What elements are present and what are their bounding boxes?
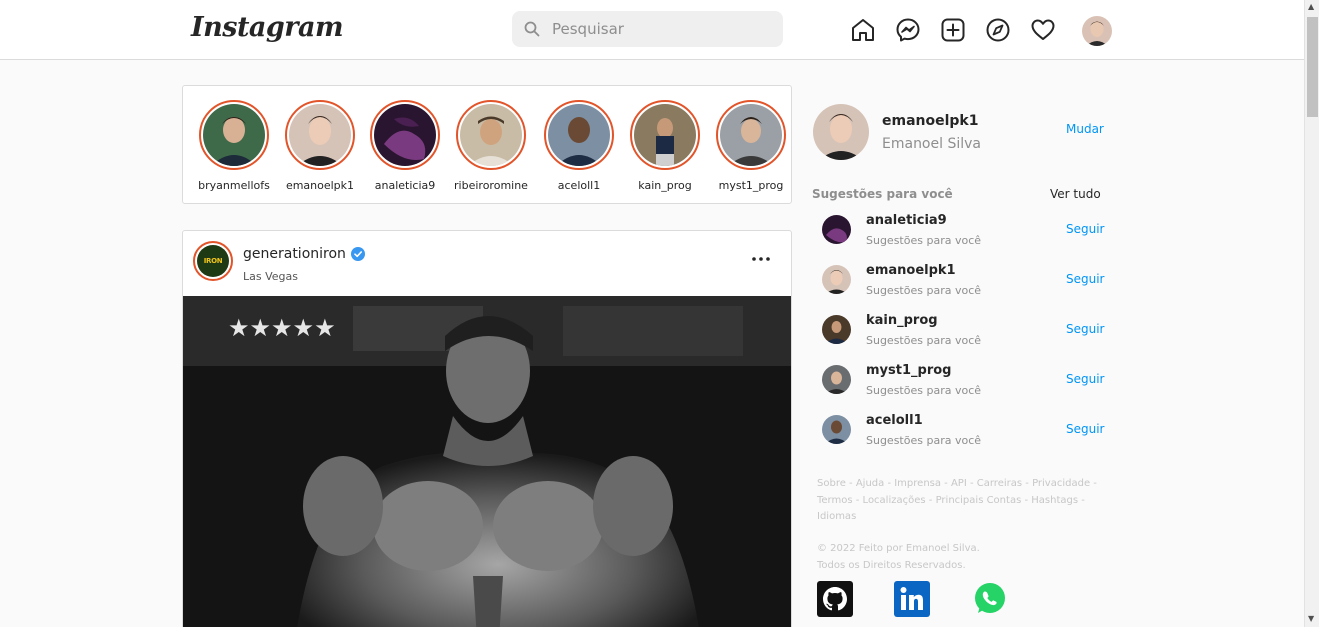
story-item[interactable]: aceloll1 xyxy=(537,100,621,192)
suggestion-item: analeticia9 Sugestões para você Seguir xyxy=(822,213,1105,253)
feed-post: IRON generationiron Las Vegas ★★★★★ xyxy=(182,230,792,627)
post-image[interactable]: ★★★★★ xyxy=(183,296,791,627)
suggestions-title: Sugestões para você xyxy=(812,187,953,201)
more-options-icon[interactable] xyxy=(751,255,771,263)
profile-avatar[interactable] xyxy=(1082,16,1112,46)
post-author-username[interactable]: generationiron xyxy=(243,246,346,262)
suggestion-username[interactable]: kain_prog xyxy=(866,313,938,328)
whatsapp-icon[interactable] xyxy=(972,581,1008,617)
story-item[interactable]: ribeiroromine xyxy=(449,100,533,192)
messenger-icon[interactable] xyxy=(895,17,921,43)
explore-icon[interactable] xyxy=(985,17,1011,43)
search-input[interactable] xyxy=(552,11,772,47)
footer-link[interactable]: Principais Contas xyxy=(936,495,1022,506)
follow-button[interactable]: Seguir xyxy=(1066,372,1105,386)
suggestion-avatar[interactable] xyxy=(822,265,851,294)
story-avatar xyxy=(460,104,522,166)
copyright-line: Todos os Direitos Reservados. xyxy=(817,559,966,571)
avatar-image xyxy=(813,104,869,160)
suggestion-item: aceloll1 Sugestões para você Seguir xyxy=(822,413,1105,453)
story-avatar xyxy=(548,104,610,166)
scroll-thumb[interactable] xyxy=(1307,17,1318,117)
follow-button[interactable]: Seguir xyxy=(1066,272,1105,286)
suggestion-username[interactable]: analeticia9 xyxy=(866,213,947,228)
story-avatar xyxy=(634,104,696,166)
story-username: emanoelpk1 xyxy=(285,179,355,192)
story-avatar xyxy=(203,104,265,166)
github-icon[interactable] xyxy=(817,581,853,617)
footer-link[interactable]: Hashtags xyxy=(1031,495,1078,506)
story-avatar xyxy=(289,104,351,166)
post-author-avatar[interactable]: IRON xyxy=(193,241,233,281)
footer-link[interactable]: Localizações xyxy=(863,495,926,506)
story-item[interactable]: myst1_prog xyxy=(709,100,791,192)
story-username: ribeiroromine xyxy=(454,179,528,192)
story-username: aceloll1 xyxy=(557,179,601,192)
footer-link[interactable]: Ajuda xyxy=(856,478,884,489)
suggestion-avatar[interactable] xyxy=(822,215,851,244)
footer-link[interactable]: API xyxy=(951,478,967,489)
copyright: © 2022 Feito por Emanoel Silva. Todos os… xyxy=(817,541,1107,574)
footer-link[interactable]: Carreiras xyxy=(977,478,1022,489)
footer-link[interactable]: Privacidade xyxy=(1032,478,1090,489)
search-icon xyxy=(524,21,540,37)
stories-tray: bryanmellofs emanoelpk1 analeticia9 ribe… xyxy=(182,85,792,204)
page-scrollbar[interactable]: ▲ ▼ xyxy=(1304,0,1319,627)
story-username: myst1_prog xyxy=(718,179,784,192)
post-author-avatar-text: IRON xyxy=(197,245,229,277)
current-user-fullname: Emanoel Silva xyxy=(882,136,981,152)
avatar-image xyxy=(1082,16,1112,46)
suggestion-subtitle: Sugestões para você xyxy=(866,384,982,397)
current-user-avatar[interactable] xyxy=(813,104,869,160)
current-user-username[interactable]: emanoelpk1 xyxy=(882,113,978,129)
top-navigation-bar: Instagram xyxy=(0,0,1304,60)
post-location[interactable]: Las Vegas xyxy=(243,270,298,283)
suggestion-subtitle: Sugestões para você xyxy=(866,234,982,247)
instagram-logo[interactable]: Instagram xyxy=(191,12,344,43)
follow-button[interactable]: Seguir xyxy=(1066,222,1105,236)
search-box[interactable] xyxy=(512,11,783,47)
suggestion-item: emanoelpk1 Sugestões para você Seguir xyxy=(822,263,1105,303)
suggestion-avatar[interactable] xyxy=(822,415,851,444)
suggestion-subtitle: Sugestões para você xyxy=(866,284,982,297)
home-icon[interactable] xyxy=(850,17,876,43)
follow-button[interactable]: Seguir xyxy=(1066,322,1105,336)
svg-text:★★★★★: ★★★★★ xyxy=(228,314,336,342)
story-item[interactable]: bryanmellofs xyxy=(192,100,276,192)
footer-link[interactable]: Termos xyxy=(817,495,853,506)
story-avatar xyxy=(720,104,782,166)
activity-heart-icon[interactable] xyxy=(1030,17,1056,43)
footer-link[interactable]: Imprensa xyxy=(894,478,941,489)
story-username: analeticia9 xyxy=(374,179,436,192)
footer-link[interactable]: Idiomas xyxy=(817,511,856,522)
suggestion-username[interactable]: aceloll1 xyxy=(866,413,923,428)
suggestion-item: myst1_prog Sugestões para você Seguir xyxy=(822,363,1105,403)
suggestion-avatar[interactable] xyxy=(822,315,851,344)
footer-link[interactable]: Sobre xyxy=(817,478,846,489)
see-all-link[interactable]: Ver tudo xyxy=(1050,187,1101,201)
story-item[interactable]: kain_prog xyxy=(623,100,707,192)
story-username: kain_prog xyxy=(638,179,692,192)
linkedin-icon[interactable] xyxy=(894,581,930,617)
post-header: IRON generationiron Las Vegas xyxy=(183,231,791,297)
suggestion-username[interactable]: emanoelpk1 xyxy=(866,263,956,278)
scroll-up-arrow[interactable]: ▲ xyxy=(1308,2,1314,12)
story-item[interactable]: analeticia9 xyxy=(363,100,447,192)
suggestion-subtitle: Sugestões para você xyxy=(866,434,982,447)
story-username: bryanmellofs xyxy=(198,179,270,192)
suggestion-item: kain_prog Sugestões para você Seguir xyxy=(822,313,1105,353)
new-post-icon[interactable] xyxy=(940,17,966,43)
follow-button[interactable]: Seguir xyxy=(1066,422,1105,436)
verified-badge-icon xyxy=(351,247,365,261)
story-item[interactable]: emanoelpk1 xyxy=(278,100,362,192)
switch-account-button[interactable]: Mudar xyxy=(1066,122,1104,136)
suggestion-username[interactable]: myst1_prog xyxy=(866,363,951,378)
story-avatar xyxy=(374,104,436,166)
footer-links: Sobre - Ajuda - Imprensa - API - Carreir… xyxy=(817,478,1097,522)
copyright-line: © 2022 Feito por Emanoel Silva. xyxy=(817,543,980,554)
post-photo: ★★★★★ xyxy=(183,296,791,627)
suggestion-avatar[interactable] xyxy=(822,365,851,394)
suggestion-subtitle: Sugestões para você xyxy=(866,334,982,347)
scroll-down-arrow[interactable]: ▼ xyxy=(1308,614,1314,624)
